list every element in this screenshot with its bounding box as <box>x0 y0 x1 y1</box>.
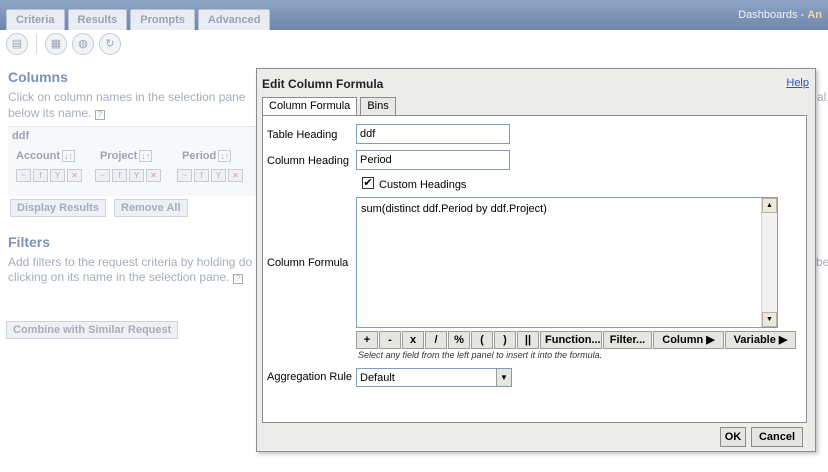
scroll-up-icon[interactable]: ▲ <box>762 198 777 213</box>
toolbar: ▤ ▦ ◍ ↻ <box>6 33 121 55</box>
aggregation-rule-value: Default <box>360 372 395 384</box>
display-results-button[interactable]: Display Results <box>10 199 106 217</box>
column-menu-button[interactable]: Column ▶ <box>653 331 724 349</box>
column-formula-label: Column Formula <box>267 257 349 269</box>
chevron-down-icon[interactable]: ▼ <box>496 369 511 386</box>
refresh-icon[interactable]: ↻ <box>99 33 121 55</box>
table-view-icon[interactable]: ▦ <box>45 33 67 55</box>
filters-help-text-1: Add filters to the request criteria by h… <box>8 255 253 269</box>
view-tabs: Criteria Results Prompts Advanced <box>6 9 271 30</box>
dialog-title: Edit Column Formula <box>262 77 384 91</box>
dialog-tabs: Column Formula Bins <box>262 97 396 116</box>
tab-bins[interactable]: Bins <box>360 97 396 115</box>
sort-icon[interactable]: ↓↑ <box>62 150 75 162</box>
column-account-actions: ~ f Y ✕ <box>16 169 82 182</box>
concat-button[interactable]: || <box>517 331 539 349</box>
columns-help-text-2-wrap: below its name. ? <box>8 105 105 121</box>
formula-textarea[interactable]: sum(distinct ddf.Period by ddf.Project) … <box>356 197 778 328</box>
formula-text: sum(distinct ddf.Period by ddf.Project) <box>361 203 547 215</box>
properties-icon[interactable]: ~ <box>16 169 31 182</box>
columns-text-overflow: al, <box>817 90 828 104</box>
table-heading-label: Table Heading <box>267 129 338 141</box>
tab-advanced[interactable]: Advanced <box>197 9 271 30</box>
remove-all-button[interactable]: Remove All <box>114 199 188 217</box>
column-project-actions: ~ f Y ✕ <box>95 169 161 182</box>
custom-headings-checkbox[interactable]: ✔ <box>362 177 374 189</box>
cancel-button[interactable]: Cancel <box>751 427 803 447</box>
column-project-label: Project <box>100 150 138 162</box>
sort-icon[interactable]: ↓↑ <box>139 150 153 162</box>
help-icon[interactable]: ? <box>94 110 105 120</box>
sort-icon[interactable]: ↓↑ <box>218 150 232 162</box>
close-paren-button[interactable]: ) <box>494 331 516 349</box>
column-period-label: Period <box>182 150 217 162</box>
variable-menu-button[interactable]: Variable ▶ <box>725 331 796 349</box>
top-navigation-bar: Criteria Results Prompts Advanced Dashbo… <box>0 0 828 30</box>
function-button[interactable]: Function... <box>540 331 602 349</box>
filters-help-text-2: clicking on its name in the selection pa… <box>8 270 230 284</box>
column-period[interactable]: Period ↓↑ <box>182 150 232 162</box>
filter-button[interactable]: Filter... <box>603 331 652 349</box>
columns-heading: Columns <box>8 69 68 85</box>
scroll-down-icon[interactable]: ▼ <box>762 312 777 327</box>
tab-prompts[interactable]: Prompts <box>130 9 195 30</box>
user-name: An <box>807 9 822 21</box>
aggregation-rule-label: Aggregation Rule <box>267 371 353 383</box>
combine-similar-request-button[interactable]: Combine with Similar Request <box>6 321 179 339</box>
column-heading-label: Column Heading <box>267 155 349 167</box>
delete-icon[interactable]: ✕ <box>146 169 161 182</box>
properties-icon[interactable]: ~ <box>95 169 110 182</box>
filter-icon[interactable]: Y <box>211 169 226 182</box>
dashboards-label: Dashboards - <box>738 9 805 21</box>
open-paren-button[interactable]: ( <box>471 331 493 349</box>
formula-icon[interactable]: f <box>112 169 127 182</box>
minus-button[interactable]: - <box>379 331 401 349</box>
help-icon[interactable]: ? <box>232 274 243 284</box>
custom-headings-label: Custom Headings <box>379 179 467 191</box>
tab-criteria[interactable]: Criteria <box>6 9 65 30</box>
percent-button[interactable]: % <box>448 331 470 349</box>
filters-help-text-2-wrap: clicking on its name in the selection pa… <box>8 269 243 285</box>
formula-scrollbar[interactable]: ▲ ▼ <box>761 198 777 327</box>
filters-text-overflow: be <box>816 255 828 269</box>
toolbar-divider <box>36 34 37 54</box>
aggregation-rule-select[interactable]: Default ▼ <box>356 368 512 387</box>
column-account[interactable]: Account ↓↑ <box>16 150 75 162</box>
delete-icon[interactable]: ✕ <box>228 169 243 182</box>
edit-column-formula-dialog: Edit Column Formula Help Column Formula … <box>256 68 816 452</box>
column-account-label: Account <box>16 150 60 162</box>
divide-button[interactable]: / <box>425 331 447 349</box>
help-link[interactable]: Help <box>786 77 809 89</box>
filter-icon[interactable]: Y <box>50 169 65 182</box>
dashboards-link[interactable]: Dashboards - An <box>738 9 822 21</box>
column-heading-input[interactable] <box>356 150 510 170</box>
column-project[interactable]: Project ↓↑ <box>100 150 153 162</box>
formula-icon[interactable]: f <box>194 169 209 182</box>
pivot-view-icon[interactable]: ◍ <box>72 33 94 55</box>
delete-icon[interactable]: ✕ <box>67 169 82 182</box>
ok-button[interactable]: OK <box>720 427 746 447</box>
tab-results[interactable]: Results <box>67 9 128 30</box>
filters-heading: Filters <box>8 234 51 250</box>
plus-button[interactable]: + <box>356 331 378 349</box>
column-formula-panel: Table Heading Column Heading ✔ Custom He… <box>262 115 807 423</box>
column-period-actions: ~ f Y ✕ <box>177 169 243 182</box>
columns-help-text-2: below its name. <box>8 106 92 120</box>
tab-column-formula[interactable]: Column Formula <box>262 97 358 116</box>
properties-icon[interactable]: ~ <box>177 169 192 182</box>
formula-hint: Select any field from the left panel to … <box>358 350 603 360</box>
formula-icon[interactable]: f <box>33 169 48 182</box>
formula-operator-buttons: + - x / % ( ) || Function... Filter... C… <box>356 331 796 349</box>
columns-help-text-1: Click on column names in the selection p… <box>8 90 246 104</box>
multiply-button[interactable]: x <box>402 331 424 349</box>
table-heading-input[interactable] <box>356 124 510 144</box>
save-icon[interactable]: ▤ <box>6 33 28 55</box>
filter-icon[interactable]: Y <box>129 169 144 182</box>
ddf-folder-label: ddf <box>12 130 30 142</box>
